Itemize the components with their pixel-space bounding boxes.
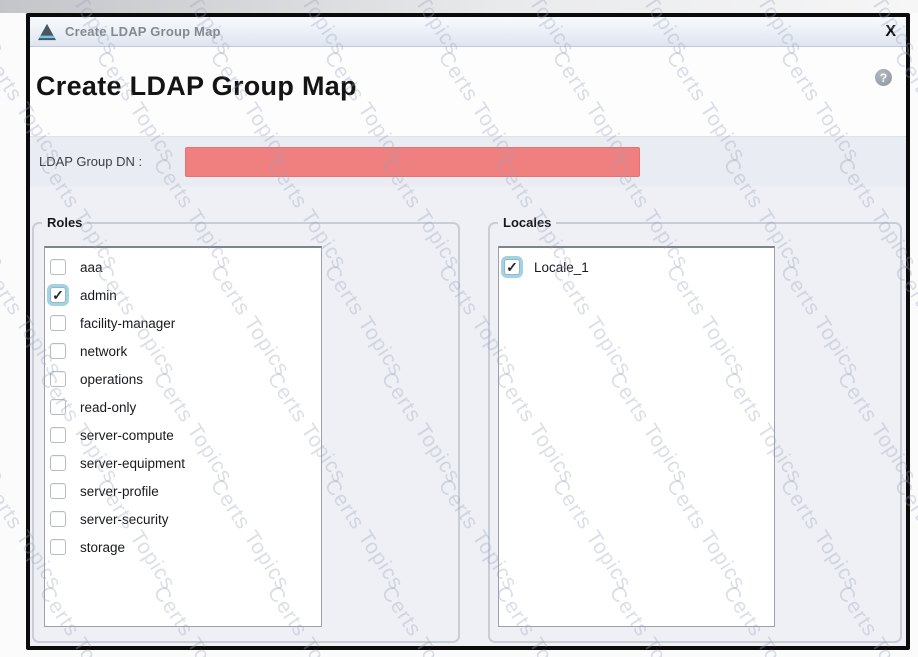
list-item[interactable]: server-profile <box>45 477 321 505</box>
close-button[interactable]: X <box>885 24 896 40</box>
list-item[interactable]: storage <box>45 533 321 561</box>
dialog-content: Roles aaa ✓ admin facility-manager network op… <box>30 186 906 646</box>
list-item-label: server-compute <box>80 428 174 443</box>
checkbox-icon[interactable] <box>50 343 66 359</box>
list-item-label: network <box>80 344 127 359</box>
checkbox-icon[interactable] <box>50 427 66 443</box>
checkbox-icon[interactable] <box>50 315 66 331</box>
checkbox-checked-icon[interactable]: ✓ <box>50 287 66 303</box>
list-item[interactable]: aaa <box>45 253 321 281</box>
list-item-label: read-only <box>80 400 136 415</box>
dialog-header: Create LDAP Group Map ? <box>30 47 906 136</box>
page-title: Create LDAP Group Map <box>36 71 357 102</box>
screen: Create LDAP Group Map X Create LDAP Grou… <box>0 0 918 657</box>
list-item[interactable]: ✓ admin <box>45 281 321 309</box>
list-item[interactable]: read-only <box>45 393 321 421</box>
list-item[interactable]: operations <box>45 365 321 393</box>
watermark-text: Certs Topics <box>0 368 9 488</box>
background-window-strip <box>0 0 918 13</box>
checkbox-icon[interactable] <box>50 539 66 555</box>
checkbox-icon[interactable] <box>50 483 66 499</box>
list-item[interactable]: ✓ Locale_1 <box>499 253 774 281</box>
roles-group-label: Roles <box>42 215 87 230</box>
checkbox-checked-icon[interactable]: ✓ <box>504 259 520 275</box>
roles-list: aaa ✓ admin facility-manager network operatio… <box>44 246 322 627</box>
watermark-text: Certs Topics <box>0 582 9 657</box>
locales-list: ✓ Locale_1 <box>498 246 775 627</box>
list-item-label: operations <box>80 372 143 387</box>
list-item-label: admin <box>80 288 117 303</box>
list-item[interactable]: network <box>45 337 321 365</box>
list-item[interactable]: server-security <box>45 505 321 533</box>
ldap-group-dn-label: LDAP Group DN : <box>39 154 142 169</box>
checkbox-icon[interactable] <box>50 259 66 275</box>
list-item-label: server-security <box>80 512 169 527</box>
roles-groupbox: Roles aaa✓adminfacility-managernetworkop… <box>32 222 460 643</box>
list-item[interactable]: server-compute <box>45 421 321 449</box>
ldap-group-dn-row: LDAP Group DN : <box>30 136 906 186</box>
list-item-label: facility-manager <box>80 316 175 331</box>
list-item[interactable]: facility-manager <box>45 309 321 337</box>
list-item-label: storage <box>80 540 125 555</box>
create-ldap-group-map-dialog: Create LDAP Group Map X Create LDAP Grou… <box>26 13 910 650</box>
list-item-label: server-equipment <box>80 456 185 471</box>
list-item-label: server-profile <box>80 484 159 499</box>
checkbox-icon[interactable] <box>50 371 66 387</box>
checkbox-icon[interactable] <box>50 455 66 471</box>
watermark-text: Certs Topics <box>0 154 9 274</box>
ldap-group-dn-input[interactable] <box>185 147 640 177</box>
list-item[interactable]: server-equipment <box>45 449 321 477</box>
dialog-titlebar[interactable]: Create LDAP Group Map X <box>30 17 906 47</box>
locales-group-label: Locales <box>498 215 556 230</box>
window-title: Create LDAP Group Map <box>65 24 221 39</box>
list-item-label: aaa <box>80 260 103 275</box>
ucs-logo-icon <box>37 23 57 41</box>
locales-groupbox: Locales ✓Locale_1 <box>488 222 902 643</box>
list-item-label: Locale_1 <box>534 260 589 275</box>
checkbox-icon[interactable] <box>50 399 66 415</box>
help-icon[interactable]: ? <box>875 69 892 86</box>
checkbox-icon[interactable] <box>50 511 66 527</box>
